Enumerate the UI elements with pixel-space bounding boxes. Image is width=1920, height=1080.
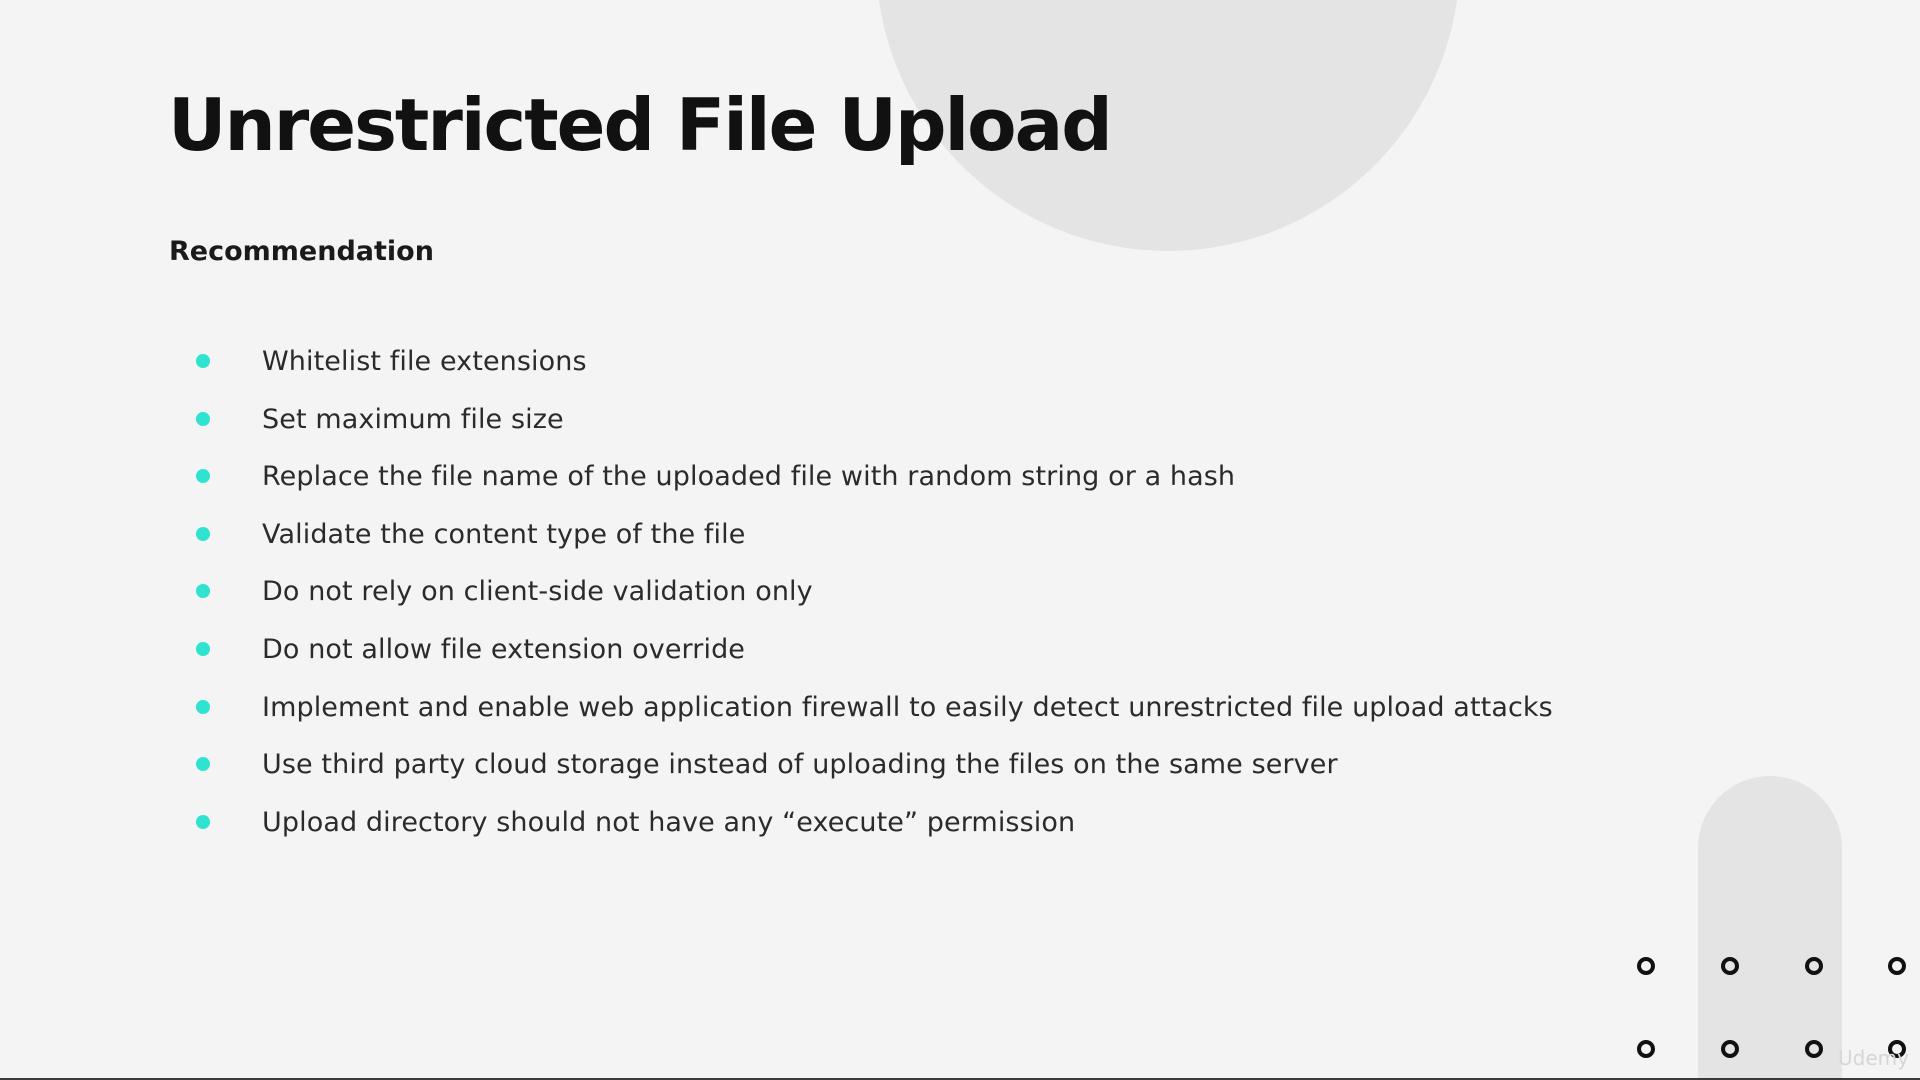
list-item: Implement and enable web application fir… [196,687,1553,727]
teal-dot-icon [196,354,210,368]
ring-dot-icon [1888,957,1906,975]
list-item: Use third party cloud storage instead of… [196,744,1338,784]
slide: Unrestricted File Upload Recommendation … [0,0,1920,1080]
teal-dot-icon [196,527,210,541]
list-item: Validate the content type of the file [196,514,745,554]
list-item-text: Set maximum file size [262,403,564,435]
list-item-text: Implement and enable web application fir… [262,691,1553,723]
list-item: Set maximum file size [196,399,564,439]
list-item-text: Do not allow file extension override [262,633,746,665]
watermark-logo: Udemy [1838,1046,1909,1070]
list-item: Whitelist file extensions [196,341,587,381]
teal-dot-icon [196,412,210,426]
teal-dot-icon [196,700,210,714]
list-item-text: Validate the content type of the file [262,518,746,550]
decorative-pill-shape [1698,776,1842,1080]
list-item-text: Whitelist file extensions [262,345,587,377]
list-item: Do not rely on client-side validation on… [196,571,813,611]
list-item: Replace the file name of the uploaded fi… [196,456,1235,496]
list-item: Do not allow file extension override [196,629,745,669]
ring-dot-icon [1637,1040,1655,1058]
list-item-text: Upload directory should not have any “ex… [262,806,1076,838]
teal-dot-icon [196,757,210,771]
teal-dot-icon [196,584,210,598]
teal-dot-icon [196,642,210,656]
list-item-text: Use third party cloud storage instead of… [262,748,1338,780]
list-item-text: Do not rely on client-side validation on… [262,575,813,607]
teal-dot-icon [196,815,210,829]
section-subtitle: Recommendation [169,236,434,267]
slide-title: Unrestricted File Upload [168,83,1113,167]
list-item-text: Replace the file name of the uploaded fi… [262,460,1236,492]
list-item: Upload directory should not have any “ex… [196,802,1075,842]
ring-dot-icon [1637,957,1655,975]
teal-dot-icon [196,469,210,483]
